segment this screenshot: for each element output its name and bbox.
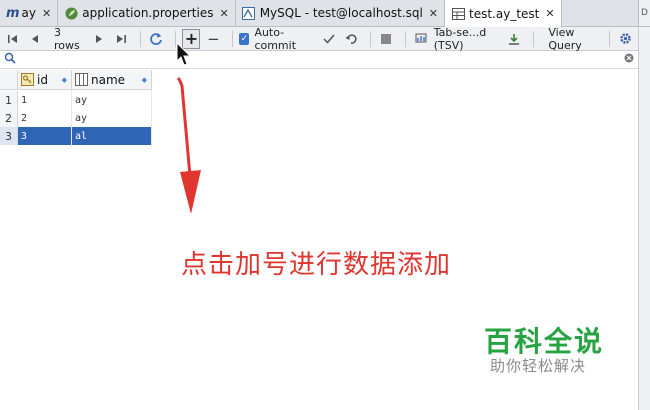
first-page-icon[interactable] [4, 29, 22, 49]
tab-label: test.ay_test [469, 6, 540, 21]
cell-name[interactable]: ay [72, 91, 152, 109]
toolbar-separator [404, 30, 406, 47]
sql-file-icon [242, 6, 256, 20]
close-icon[interactable]: ✕ [545, 7, 554, 20]
settings-icon[interactable] [616, 29, 634, 49]
checkmark-icon: ✓ [239, 32, 250, 45]
tab-label: ay [21, 6, 37, 20]
column-label: name [91, 72, 126, 87]
key-column-icon [21, 73, 34, 86]
revert-icon[interactable] [342, 29, 360, 49]
cell-id[interactable]: 1 [18, 91, 72, 109]
watermark-subtitle: 助你轻松解决 [490, 357, 587, 375]
data-editor-toolbar: 3 rows + − ✓ Auto-commit Tab-se...d (TSV… [0, 25, 638, 52]
editor-tab-bar: m ay ✕ application.properties ✕ MySQL - … [0, 0, 650, 27]
close-icon[interactable]: ✕ [42, 7, 51, 20]
annotation-text: 点击加号进行数据添加 [181, 250, 452, 280]
tab-ay[interactable]: m ay ✕ [0, 0, 59, 26]
download-icon[interactable] [505, 29, 523, 49]
close-icon[interactable]: ✕ [219, 7, 228, 20]
tab-mysql-console[interactable]: MySQL - test@localhost.sql ✕ [236, 0, 446, 26]
toolbar-right-group: Tab-se...d (TSV) View Query [434, 26, 638, 52]
red-arrow-icon [168, 76, 208, 219]
stop-icon[interactable] [377, 29, 395, 49]
clear-filter-icon[interactable] [624, 53, 634, 66]
export-format-select[interactable]: Tab-se...d (TSV) [434, 26, 498, 52]
cell-id[interactable]: 2 [18, 109, 72, 127]
row-number: 2 [0, 109, 18, 127]
column-header-id[interactable]: id ◆ [18, 70, 72, 90]
sort-icon[interactable]: ◆ [62, 76, 67, 84]
autocommit-checkbox[interactable]: ✓ Auto-commit [239, 26, 313, 52]
column-icon [75, 73, 88, 86]
toolbar-separator [369, 30, 371, 47]
toolbar-separator [140, 30, 142, 47]
cell-name[interactable]: ay [72, 109, 152, 127]
sort-icon[interactable]: ◆ [142, 76, 147, 84]
tab-application-properties[interactable]: application.properties ✕ [58, 0, 236, 26]
right-tool-strip [638, 27, 650, 410]
cell-name[interactable]: al [72, 127, 152, 145]
submit-check-icon[interactable] [320, 29, 338, 49]
column-header-name[interactable]: name ◆ [72, 70, 152, 90]
toolbar-separator [232, 30, 234, 47]
tool-window-strip[interactable]: D [638, 0, 650, 26]
previous-page-icon[interactable] [26, 29, 44, 49]
toolbar-separator [533, 30, 535, 47]
row-number: 3 [0, 127, 18, 145]
delete-row-button[interactable]: − [204, 29, 222, 49]
tab-label: application.properties [82, 6, 214, 20]
tab-ay-test[interactable]: test.ay_test ✕ [445, 0, 562, 27]
filter-icon[interactable] [4, 52, 16, 67]
last-page-icon[interactable] [112, 29, 130, 49]
reload-icon[interactable] [147, 29, 165, 49]
column-label: id [37, 72, 48, 87]
leaf-icon [64, 6, 78, 20]
filter-row[interactable] [0, 51, 638, 69]
close-icon[interactable]: ✕ [429, 7, 438, 20]
view-query-button[interactable]: View Query [548, 26, 595, 52]
next-page-icon[interactable] [90, 29, 108, 49]
watermark-title: 百科全说 [484, 325, 605, 358]
toolbar-separator [609, 30, 610, 47]
row-number-header [0, 70, 18, 90]
tab-label: MySQL - test@localhost.sql [259, 6, 423, 20]
cell-id[interactable]: 3 [18, 127, 72, 145]
table-icon [451, 7, 465, 21]
row-number: 1 [0, 91, 18, 109]
autocommit-label: Auto-commit [254, 25, 297, 52]
row-count: 3 rows [54, 25, 80, 52]
mouse-cursor-icon [176, 41, 192, 71]
m-logo-icon: m [6, 5, 20, 21]
pin-tab-icon[interactable] [412, 29, 430, 49]
